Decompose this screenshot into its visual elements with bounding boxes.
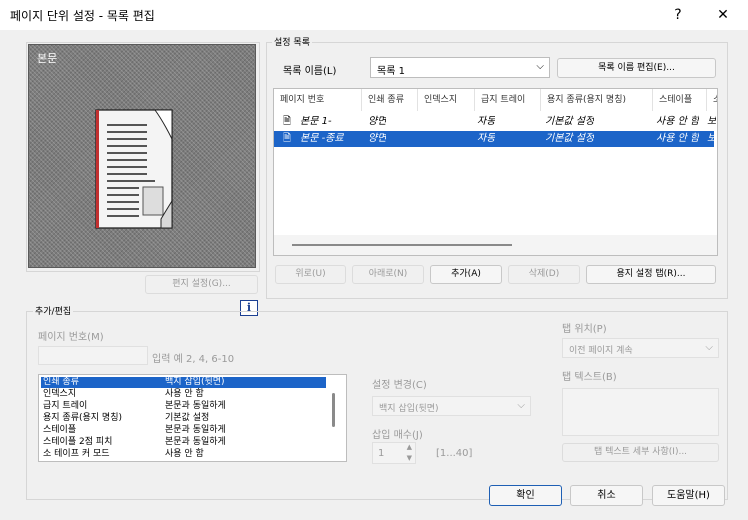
chevron-down-icon: ⌵: [517, 400, 525, 411]
list-item[interactable]: 스테이플 본문과 동일하게: [41, 425, 326, 436]
column-header[interactable]: 용지 종류(용지 명칭): [541, 89, 653, 111]
column-header[interactable]: 인쇄 종류: [362, 89, 418, 111]
add-button[interactable]: 추가(A): [430, 265, 502, 284]
move-down-button[interactable]: 아래로(N): [352, 265, 424, 284]
settings-list-group-label: 설정 목록: [272, 35, 312, 48]
horizontal-scrollbar[interactable]: [274, 235, 717, 255]
move-up-button[interactable]: 위로(U): [275, 265, 346, 284]
item-name: 용지 종류(용지 명칭): [43, 413, 122, 423]
tab-text-label: 탭 텍스트(B): [562, 372, 617, 383]
setting-change-value: 백지 삽입(뒷면): [379, 404, 439, 414]
table-cell: 보: [707, 133, 717, 144]
list-item[interactable]: 급지 트레이 본문과 동일하게: [41, 401, 326, 412]
item-name: 인쇄 종류: [43, 377, 79, 387]
page-number-label: 페이지 번호(M): [38, 332, 104, 343]
scrollbar-thumb[interactable]: [292, 244, 512, 246]
page-number-input[interactable]: [38, 346, 148, 365]
list-item[interactable]: 소 테이프 커 모드 사용 안 함: [41, 449, 326, 460]
table-cell: 본문 1-: [300, 116, 332, 127]
item-name: 스테이플 2점 피치: [43, 437, 113, 447]
table-row-selected[interactable]: 🗎 본문 -종료 양면 자동 기본값 설정 사용 안 함 보: [274, 131, 717, 147]
table-cell: 기본값 설정: [545, 116, 595, 127]
column-header[interactable]: 소: [707, 89, 717, 111]
list-item[interactable]: 용지 종류(용지 명칭) 기본값 설정: [41, 413, 326, 424]
item-name: 소 테이프 커 모드: [43, 449, 110, 459]
item-value: 본문과 동일하게: [165, 425, 226, 435]
item-value: 사용 안 함: [165, 389, 204, 399]
table-cell: 양면: [368, 116, 387, 127]
setting-change-dropdown[interactable]: 백지 삽입(뒷면) ⌵: [372, 396, 531, 416]
page-icon: 🗎: [283, 133, 292, 144]
table-cell: 사용 안 함: [656, 133, 700, 144]
delete-button[interactable]: 삭제(D): [508, 265, 580, 284]
list-name-dropdown[interactable]: 목록 1 ⌵: [370, 57, 550, 78]
list-name-value: 목록 1: [377, 66, 405, 77]
item-name: 스테이플: [43, 425, 77, 435]
table-cell: 사용 안 함: [656, 116, 700, 127]
table-cell: 양면: [368, 133, 387, 144]
document-icon: [95, 109, 173, 229]
cancel-button[interactable]: 취소: [570, 485, 643, 506]
insert-count-value: 1: [378, 448, 385, 459]
table-cell: 자동: [477, 116, 496, 127]
column-header[interactable]: 인덱스지: [418, 89, 475, 111]
table-row[interactable]: 🗎 본문 1- 양면 자동 기본값 설정 사용 안 함 보: [274, 114, 717, 130]
table-cell: 자동: [477, 133, 496, 144]
list-item[interactable]: 인덱스지 사용 안 함: [41, 389, 326, 400]
table-cell: 보: [707, 116, 717, 127]
page-number-hint: 입력 예 2, 4, 6-10: [152, 354, 235, 365]
ok-button[interactable]: 확인: [489, 485, 562, 506]
chevron-down-icon: ⌵: [705, 342, 713, 353]
tab-position-value: 이전 페이지 계속: [569, 346, 633, 356]
chevron-down-icon: ⌵: [536, 61, 544, 72]
paper-settings-tab-button[interactable]: 용지 설정 탭(R)...: [586, 265, 716, 284]
insert-count-range: [1...40]: [436, 448, 473, 459]
preview-label: 본문: [37, 52, 58, 65]
vertical-scrollbar-thumb[interactable]: [332, 393, 335, 427]
item-value: 사용 안 함: [165, 449, 204, 459]
table-cell: 본문 -종료: [300, 133, 344, 144]
setting-change-label: 설정 변경(C): [372, 380, 427, 391]
window-title: 페이지 단위 설정 - 목록 편집: [10, 9, 155, 23]
tab-position-dropdown[interactable]: 이전 페이지 계속 ⌵: [562, 338, 719, 358]
tab-text-details-button[interactable]: 탭 텍스트 세부 사항(I)...: [562, 443, 719, 462]
item-name: 인덱스지: [43, 389, 77, 399]
tab-text-area[interactable]: [562, 388, 719, 436]
list-name-label: 목록 이름(L): [283, 66, 337, 77]
settings-table[interactable]: 페이지 번호 인쇄 종류 인덱스지 급지 트레이 용지 종류(용지 명칭) 스테…: [273, 88, 718, 256]
column-header[interactable]: 급지 트레이: [475, 89, 541, 111]
help-button[interactable]: 도움말(H): [652, 485, 725, 506]
column-header[interactable]: 페이지 번호: [274, 89, 362, 111]
help-icon[interactable]: ?: [658, 2, 698, 28]
edit-list-name-button[interactable]: 목록 이름 편집(E)...: [557, 58, 716, 78]
item-value: 백지 삽입(뒷면): [165, 377, 225, 387]
insert-count-label: 삽입 매수(J): [372, 430, 423, 441]
tab-position-label: 탭 위치(P): [562, 324, 607, 335]
add-edit-group-label: 추가/편집: [33, 304, 74, 317]
item-name: 급지 트레이: [43, 401, 88, 411]
item-value: 기본값 설정: [165, 413, 210, 423]
column-header[interactable]: 스테이플: [653, 89, 707, 111]
spin-up-icon[interactable]: ▲: [407, 443, 412, 451]
table-cell: 기본값 설정: [545, 133, 595, 144]
page-icon: 🗎: [283, 116, 292, 127]
spin-down-icon[interactable]: ▼: [407, 454, 412, 462]
page-preview: 본문: [28, 44, 256, 268]
list-item[interactable]: 스테이플 2점 피치 본문과 동일하게: [41, 437, 326, 448]
insert-count-stepper[interactable]: 1 ▲ ▼: [372, 442, 416, 464]
edit-settings-button[interactable]: 편지 설정(G)...: [145, 275, 258, 294]
close-icon[interactable]: ✕: [703, 2, 743, 28]
item-value: 본문과 동일하게: [165, 401, 226, 411]
attribute-listbox[interactable]: 인쇄 종류 백지 삽입(뒷면) 인덱스지 사용 안 함 급지 트레이 본문과 동…: [38, 374, 347, 462]
list-item[interactable]: 인쇄 종류 백지 삽입(뒷면): [41, 377, 326, 388]
item-value: 본문과 동일하게: [165, 437, 226, 447]
